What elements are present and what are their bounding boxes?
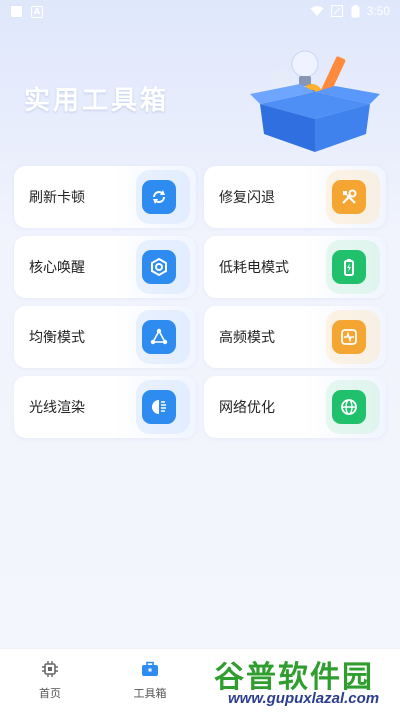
tool-label: 网络优化: [219, 400, 275, 416]
app-notification-icon: A: [31, 5, 43, 18]
tool-card-network[interactable]: 网络优化: [204, 376, 386, 438]
signal-icon: [330, 5, 343, 17]
battery-icon: [332, 250, 366, 284]
tool-label: 均衡模式: [29, 330, 85, 346]
refresh-icon: [142, 180, 176, 214]
battery-status-icon: [351, 4, 360, 17]
nav-home[interactable]: 首页: [10, 659, 90, 701]
watermark-logo: 谷普软件园 www.gupuxlazal.com: [214, 652, 400, 712]
tool-label: 核心唤醒: [29, 260, 85, 276]
status-right: 3:50: [310, 4, 390, 18]
pulse-icon: [332, 320, 366, 354]
status-bar: A 3:50: [0, 0, 400, 26]
balance-icon: [142, 320, 176, 354]
tool-label: 刷新卡顿: [29, 190, 85, 206]
notification-icon: [10, 5, 23, 18]
wifi-icon: [310, 6, 324, 16]
toolbox-illustration: [250, 50, 380, 152]
nav-toolbox[interactable]: 工具箱: [110, 659, 190, 701]
tool-label: 修复闪退: [219, 190, 275, 206]
tool-card-balanced[interactable]: 均衡模式: [14, 306, 196, 368]
nav-toolbox-label: 工具箱: [133, 687, 167, 700]
tools-icon: [332, 180, 366, 214]
tool-label: 高频模式: [219, 330, 275, 346]
tool-label: 光线渲染: [29, 400, 85, 416]
core-icon: [142, 250, 176, 284]
light-icon: [142, 390, 176, 424]
page-title: 实用工具箱: [24, 86, 170, 116]
nav-home-label: 首页: [39, 687, 61, 700]
watermark-url: www.gupuxlazal.com: [228, 690, 380, 707]
tool-card-fix-crash[interactable]: 修复闪退: [204, 166, 386, 228]
chip-icon: [42, 661, 58, 677]
globe-icon: [332, 390, 366, 424]
tool-card-high-freq[interactable]: 高频模式: [204, 306, 386, 368]
tool-card-ray-tracing[interactable]: 光线渲染: [14, 376, 196, 438]
status-time: 3:50: [366, 4, 390, 18]
tool-card-core-wake[interactable]: 核心唤醒: [14, 236, 196, 298]
tool-card-refresh[interactable]: 刷新卡顿: [14, 166, 196, 228]
toolbox-icon: [142, 661, 158, 676]
tool-card-low-power[interactable]: 低耗电模式: [204, 236, 386, 298]
tool-label: 低耗电模式: [219, 260, 289, 276]
status-left: A: [10, 5, 43, 18]
